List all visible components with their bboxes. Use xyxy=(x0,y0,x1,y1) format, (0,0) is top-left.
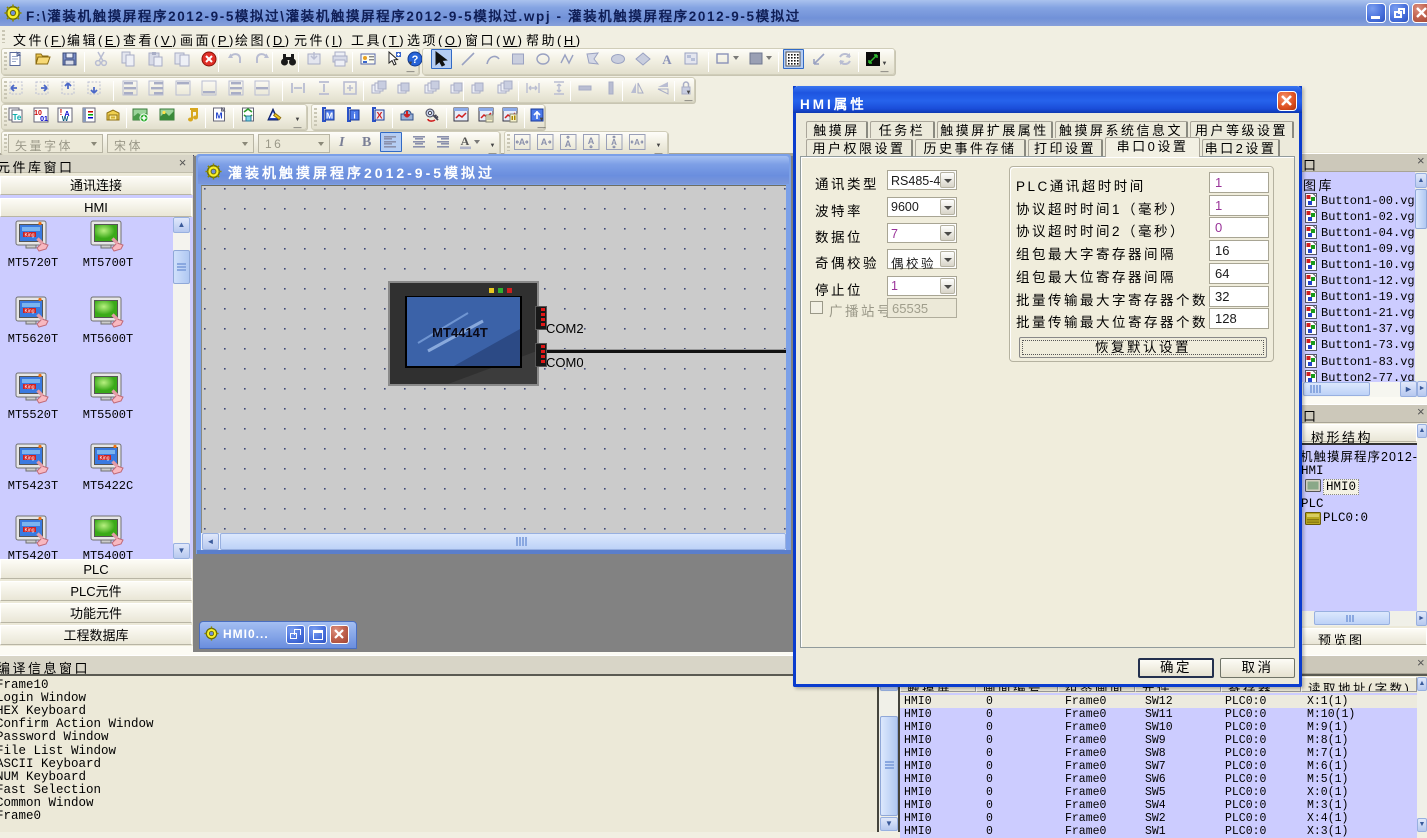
svg-text:i: i xyxy=(353,111,355,121)
svg-text:01: 01 xyxy=(40,116,48,123)
svg-text:King: King xyxy=(24,233,34,239)
svg-text:A: A xyxy=(634,138,640,147)
svg-text:A: A xyxy=(588,136,595,146)
svg-text:M: M xyxy=(326,111,333,121)
svg-text:X: X xyxy=(376,111,382,121)
svg-text:M: M xyxy=(215,111,222,121)
svg-text:King: King xyxy=(99,456,109,462)
svg-text:King: King xyxy=(24,456,34,462)
svg-text:Te: Te xyxy=(13,113,22,122)
svg-text:A: A xyxy=(461,134,470,148)
svg-text:King: King xyxy=(24,385,34,391)
svg-text:A: A xyxy=(662,52,672,67)
svg-text:King: King xyxy=(24,528,34,534)
svg-text:A: A xyxy=(519,137,526,147)
svg-text:W: W xyxy=(62,116,69,123)
svg-text:A: A xyxy=(541,137,548,147)
svg-text:King: King xyxy=(24,309,34,315)
svg-text:A: A xyxy=(565,139,572,149)
svg-text:MT4414T: MT4414T xyxy=(432,325,488,340)
